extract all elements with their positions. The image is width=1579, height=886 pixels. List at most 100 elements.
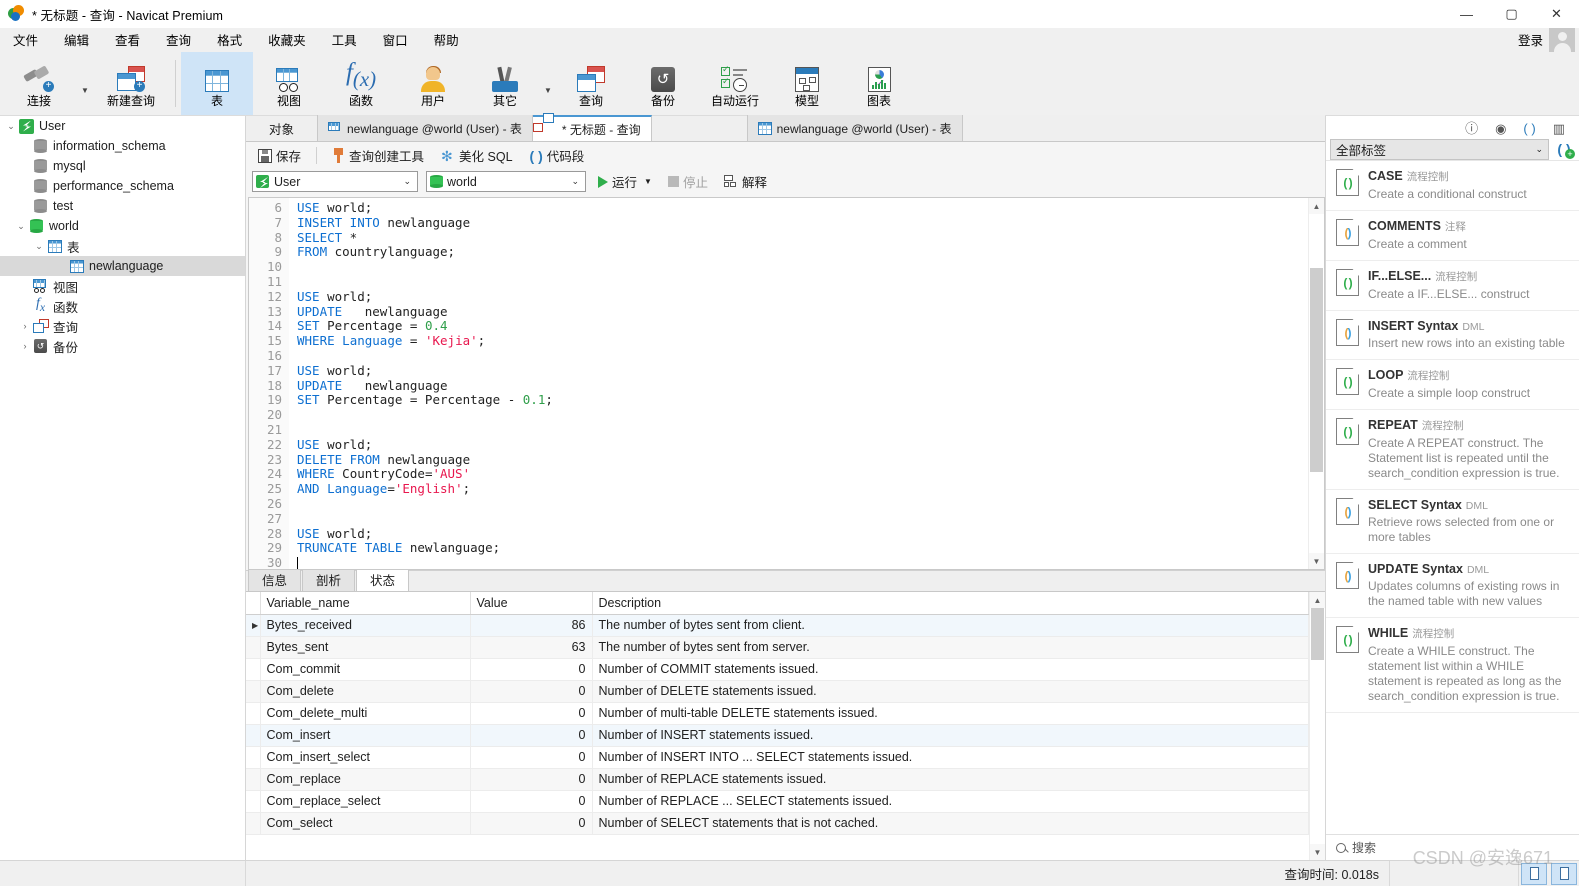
table-row[interactable]: ▶ Bytes_received 86 The number of bytes sen… — [246, 614, 1309, 637]
toolbar-table[interactable]: 表 — [181, 52, 253, 115]
database-select[interactable]: world ⌄ — [426, 171, 586, 192]
chevron-down-icon[interactable]: ⌄ — [1535, 144, 1543, 155]
column-value[interactable]: Value — [470, 592, 593, 615]
run-dropdown-icon[interactable]: ▼ — [644, 177, 652, 186]
login-link[interactable]: 登录 — [1518, 30, 1543, 49]
row-marker[interactable] — [246, 724, 261, 747]
toolbar-view[interactable]: 视图 — [253, 52, 325, 115]
cell-value[interactable]: 0 — [470, 658, 593, 681]
menu-help[interactable]: 帮助 — [421, 27, 472, 52]
code-line[interactable] — [297, 408, 1308, 423]
row-marker[interactable] — [246, 636, 261, 659]
table-row[interactable]: Com_select 0 Number of SELECT statements t… — [246, 812, 1309, 835]
code-line[interactable]: WHERE Language = 'Kejia'; — [297, 333, 1308, 349]
tab-untitled-query[interactable]: * 无标题 - 查询 — [532, 112, 652, 141]
tree-item-newlanguage[interactable]: newlanguage — [0, 256, 245, 276]
code-line[interactable] — [297, 349, 1308, 364]
table-row[interactable]: Com_replace 0 Number of REPLACE statements… — [246, 768, 1309, 791]
scroll-down-icon[interactable]: ▼ — [1310, 844, 1325, 860]
menu-format[interactable]: 格式 — [204, 27, 255, 52]
menu-window[interactable]: 窗口 — [370, 27, 421, 52]
row-marker[interactable] — [246, 790, 261, 813]
toolbar-chart[interactable]: 图表 — [843, 52, 915, 115]
beautify-sql-button[interactable]: ✻ 美化 SQL — [435, 144, 519, 167]
snippet-list[interactable]: ( ) CASE 流程控制 Create a conditional construc… — [1326, 160, 1579, 834]
code-line[interactable] — [297, 423, 1308, 438]
snippet-item[interactable]: ( ) IF...ELSE... 流程控制 Create a IF...ELSE...… — [1326, 261, 1579, 311]
snippet-item[interactable]: () COMMENTS 注释 Create a comment — [1326, 211, 1579, 261]
snippet-item[interactable]: ( ) REPEAT 流程控制 Create A REPEAT construct. … — [1326, 410, 1579, 490]
tab-profile[interactable]: 剖析 — [302, 567, 356, 591]
cell-description[interactable]: Number of COMMIT statements issued. — [592, 658, 1309, 681]
cell-variable-name[interactable]: Com_replace — [260, 768, 471, 791]
cell-variable-name[interactable]: Com_replace_select — [260, 790, 471, 813]
toolbar-new-query[interactable]: + 新建查询 — [92, 52, 170, 115]
tree-item-queries[interactable]: › 查询 — [0, 316, 245, 336]
tree-item-test[interactable]: test — [0, 196, 245, 216]
tab-info[interactable]: 信息 — [248, 567, 302, 591]
tree-item-functions[interactable]: fx 函数 — [0, 296, 245, 316]
snippet-item[interactable]: ( ) LOOP 流程控制 Create a simple loop construc… — [1326, 360, 1579, 410]
cell-value[interactable]: 86 — [470, 614, 593, 637]
explain-button[interactable]: 解释 — [720, 170, 771, 193]
tree-item-information-schema[interactable]: information_schema — [0, 136, 245, 156]
snippet-item[interactable]: () SELECT Syntax DML Retrieve rows selected… — [1326, 490, 1579, 554]
code-line[interactable]: UPDATE newlanguage — [297, 304, 1308, 320]
scrollbar-thumb[interactable] — [1310, 268, 1323, 472]
menu-view[interactable]: 查看 — [102, 27, 153, 52]
objects-button[interactable]: 对象 — [246, 115, 318, 141]
connection-select[interactable]: User ⌄ — [252, 171, 418, 192]
toolbar-model[interactable]: 模型 — [771, 52, 843, 115]
row-marker[interactable] — [246, 746, 261, 769]
column-variable-name[interactable]: Variable_name — [260, 592, 471, 615]
cell-value[interactable]: 0 — [470, 746, 593, 769]
chevron-right-icon[interactable]: › — [18, 341, 32, 351]
toggle-left-pane-button[interactable] — [1521, 862, 1547, 885]
cell-description[interactable]: Number of INSERT statements issued. — [592, 724, 1309, 747]
status-grid[interactable]: Variable_name Value Description ▶ Bytes_r… — [246, 592, 1309, 860]
tree-item-backups[interactable]: › ↺ 备份 — [0, 336, 245, 356]
sql-code[interactable]: USE world; INSERT INTO newlanguage SELECT … — [289, 198, 1308, 569]
cell-value[interactable]: 0 — [470, 702, 593, 725]
cell-description[interactable]: Number of REPLACE ... SELECT statements … — [592, 790, 1309, 813]
code-line[interactable] — [297, 497, 1308, 512]
cell-description[interactable]: Number of SELECT statements that is not … — [592, 812, 1309, 835]
toolbar-user[interactable]: 用户 — [397, 52, 469, 115]
code-line[interactable]: FROM countrylanguage; — [297, 244, 1308, 260]
cell-value[interactable]: 63 — [470, 636, 593, 659]
code-line[interactable]: UPDATE newlanguage — [297, 378, 1308, 394]
cell-description[interactable]: Number of INSERT INTO ... SELECT stateme… — [592, 746, 1309, 769]
row-marker[interactable] — [246, 680, 261, 703]
code-line[interactable] — [297, 556, 1308, 569]
sql-editor-surface[interactable]: 6 7 8 9 10 11 12 13 14 15 16 17 18 19 20 21 22 23 24 25 26 27… — [249, 198, 1308, 569]
toolbar-automation[interactable]: 自动运行 — [699, 52, 771, 115]
chevron-down-icon[interactable]: ⌄ — [400, 176, 414, 187]
scroll-up-icon[interactable]: ▲ — [1310, 592, 1325, 608]
tree-item-tables[interactable]: ⌄ 表 — [0, 236, 245, 256]
results-scrollbar[interactable]: ▲ ▼ — [1309, 592, 1325, 860]
snippet-icon[interactable]: ( ) — [1523, 122, 1535, 135]
scrollbar-track[interactable] — [1310, 608, 1325, 844]
maximize-icon[interactable]: ▢ — [1489, 0, 1534, 28]
tree-item-mysql[interactable]: mysql — [0, 156, 245, 176]
code-line[interactable]: SELECT * — [297, 230, 1308, 246]
scrollbar-thumb[interactable] — [1311, 608, 1324, 660]
table-row[interactable]: Com_delete_multi 0 Number of multi-table D… — [246, 702, 1309, 725]
object-tree[interactable]: ⌄ User information_schema mysql performa… — [0, 116, 246, 860]
toolbar-connection[interactable]: + 连接 — [0, 52, 78, 115]
cell-description[interactable]: Number of REPLACE statements issued. — [592, 768, 1309, 791]
save-button[interactable]: 保存 — [252, 144, 307, 167]
code-line[interactable]: INSERT INTO newlanguage — [297, 215, 1308, 231]
menu-file[interactable]: 文件 — [0, 27, 51, 52]
code-line[interactable] — [297, 260, 1308, 275]
cell-variable-name[interactable]: Com_insert_select — [260, 746, 471, 769]
structure-icon[interactable]: ▥ — [1553, 122, 1565, 135]
chevron-right-icon[interactable]: › — [18, 321, 32, 331]
sql-editor[interactable]: 6 7 8 9 10 11 12 13 14 15 16 17 18 19 20 21 22 23 24 25 26 27… — [248, 197, 1325, 570]
tree-item-views[interactable]: 视图 — [0, 276, 245, 296]
code-line[interactable]: SET Percentage = 0.4 — [297, 318, 1308, 334]
code-line[interactable]: USE world; — [297, 200, 1308, 216]
tab-status[interactable]: 状态 — [356, 567, 410, 591]
code-line[interactable]: USE world; — [297, 526, 1308, 542]
chevron-down-icon[interactable]: ⌄ — [4, 121, 18, 132]
